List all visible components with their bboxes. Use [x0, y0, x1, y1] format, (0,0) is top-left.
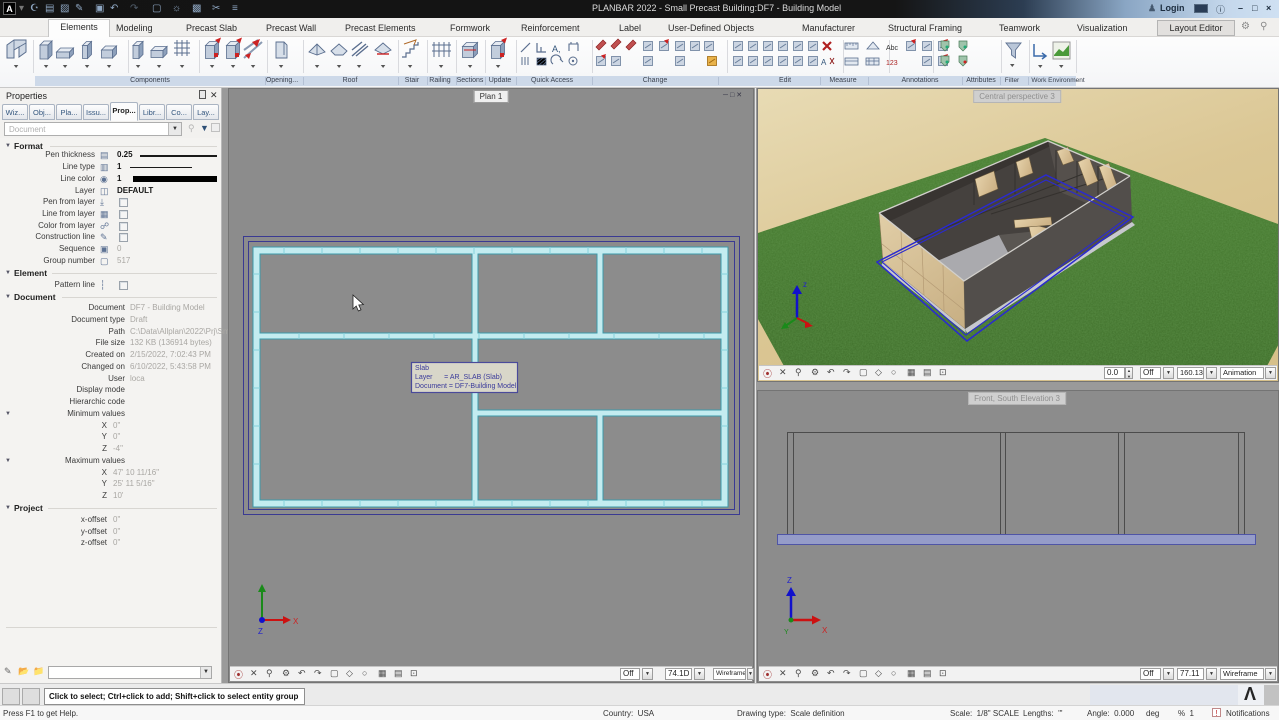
svg-text:X: X	[293, 617, 299, 626]
svg-text:A,: A,	[552, 44, 561, 54]
svg-text:X: X	[822, 626, 828, 635]
svg-text:z: z	[803, 280, 807, 289]
svg-text:Z: Z	[787, 576, 792, 585]
svg-text:Document = DF7-Building Model: Document = DF7-Building Model	[415, 383, 517, 390]
svg-text:Slab: Slab	[415, 365, 429, 372]
svg-text:Layer = AR_SLAB (Slab): Layer = AR_SLAB (Slab)	[415, 374, 502, 381]
svg-text:Abc: Abc	[886, 45, 899, 52]
svg-text:A: A	[821, 58, 827, 67]
svg-text:123: 123	[886, 60, 898, 67]
svg-text:Z: Z	[258, 627, 263, 636]
svg-text:Y: Y	[784, 629, 789, 636]
